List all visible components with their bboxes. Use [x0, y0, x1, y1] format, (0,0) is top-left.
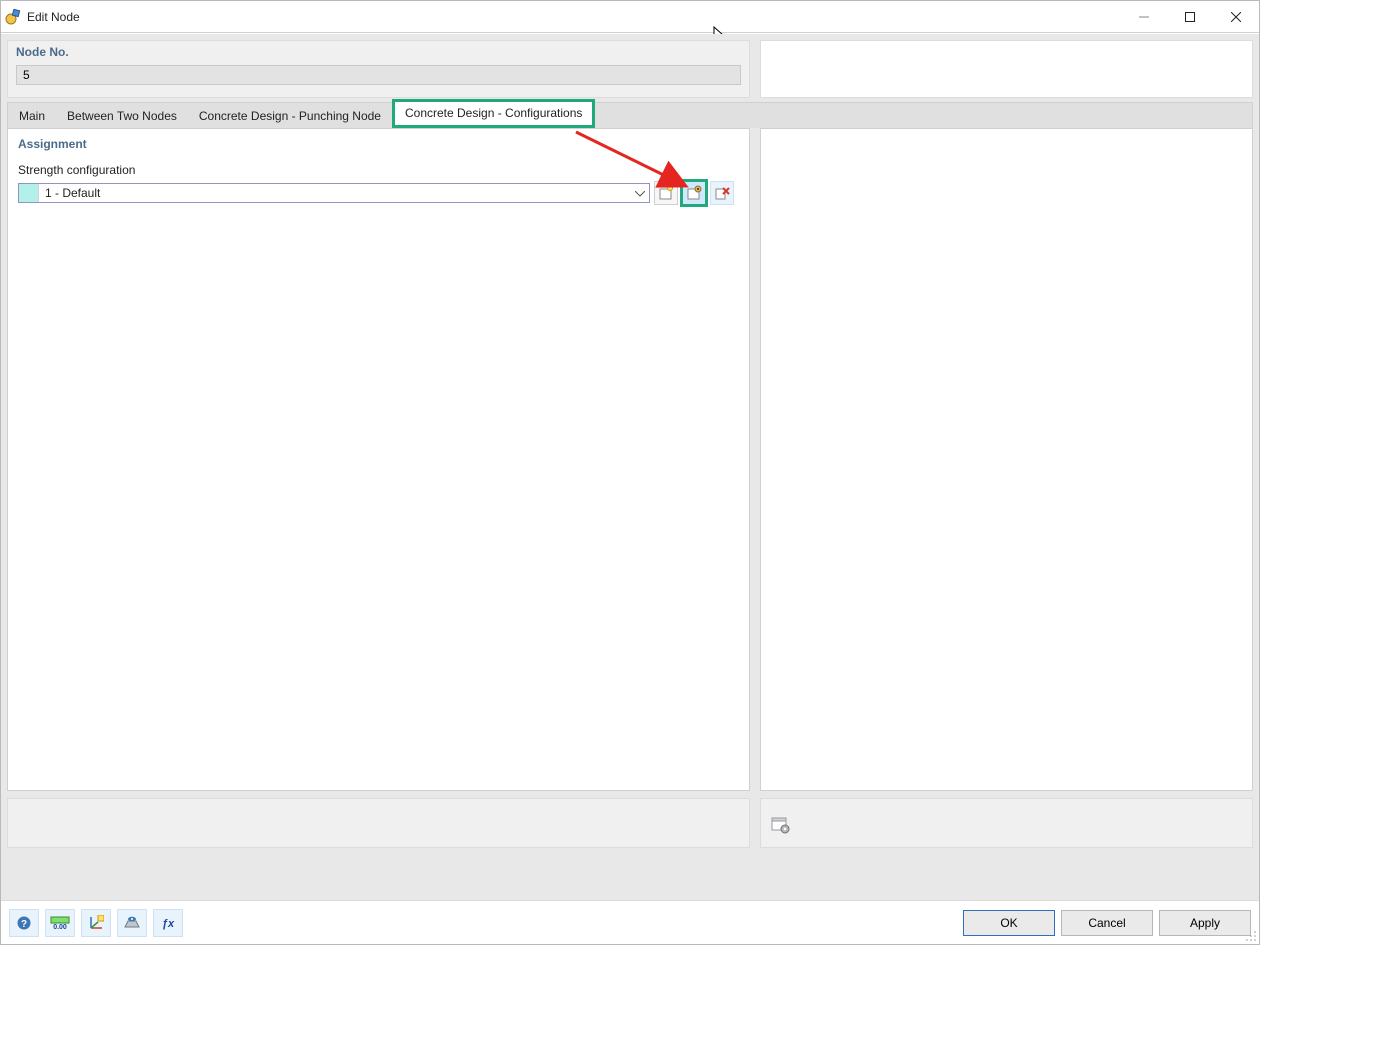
resize-grip-icon[interactable] — [1245, 930, 1257, 942]
tab-main[interactable]: Main — [8, 103, 56, 128]
new-config-button[interactable] — [654, 181, 678, 205]
ok-button[interactable]: OK — [963, 910, 1055, 936]
chevron-down-icon — [635, 186, 645, 200]
function-button[interactable]: ƒx — [153, 909, 183, 937]
tab-between-two-nodes[interactable]: Between Two Nodes — [56, 103, 188, 128]
strength-config-value: 1 - Default — [45, 186, 100, 200]
view-button[interactable] — [117, 909, 147, 937]
tab-concrete-configurations[interactable]: Concrete Design - Configurations — [392, 99, 595, 128]
coord-system-button[interactable] — [81, 909, 111, 937]
svg-text:0.00: 0.00 — [53, 924, 67, 930]
preview-panel-top — [760, 40, 1253, 98]
minimize-button[interactable] — [1121, 2, 1167, 32]
node-number-input[interactable] — [16, 65, 741, 85]
app-icon — [5, 9, 21, 25]
view-settings-button[interactable] — [771, 815, 791, 835]
units-button[interactable]: 0.00 — [45, 909, 75, 937]
strength-config-dropdown[interactable]: 1 - Default — [18, 183, 650, 203]
svg-text:ƒx: ƒx — [162, 918, 175, 930]
assignment-heading: Assignment — [18, 137, 739, 151]
config-color-swatch — [19, 184, 39, 202]
info-bar-left — [7, 798, 750, 848]
titlebar: Edit Node — [1, 1, 1259, 33]
cancel-button[interactable]: Cancel — [1061, 910, 1153, 936]
gear-window-icon — [771, 815, 791, 835]
delete-config-icon — [714, 185, 730, 201]
help-icon: ? — [16, 915, 32, 931]
tab-bar: Main Between Two Nodes Concrete Design -… — [7, 102, 1253, 128]
close-icon — [1231, 12, 1241, 22]
fx-icon: ƒx — [160, 915, 176, 931]
edit-config-icon — [686, 185, 702, 201]
units-icon: 0.00 — [50, 916, 70, 930]
eye-plane-icon — [124, 915, 140, 931]
window-title: Edit Node — [27, 10, 80, 24]
tab-concrete-punching[interactable]: Concrete Design - Punching Node — [188, 103, 392, 128]
dialog-footer: ? 0.00 ƒx OK Cancel Apply — [1, 900, 1259, 944]
edit-node-dialog: Edit Node Node No. — [0, 0, 1260, 945]
client-area: Node No. Main Between Two Nodes Concrete… — [1, 34, 1259, 900]
maximize-icon — [1185, 12, 1195, 22]
help-button[interactable]: ? — [9, 909, 39, 937]
new-config-icon — [658, 185, 674, 201]
assignment-panel: Assignment Strength configuration 1 - De… — [7, 128, 750, 791]
axes-icon — [88, 915, 104, 931]
node-number-group: Node No. — [7, 40, 750, 98]
minimize-icon — [1139, 12, 1149, 22]
info-bar-right — [760, 798, 1253, 848]
preview-3d-panel — [760, 128, 1253, 791]
node-number-label: Node No. — [16, 45, 741, 59]
edit-config-button[interactable] — [682, 181, 706, 205]
delete-config-button[interactable] — [710, 181, 734, 205]
svg-text:?: ? — [21, 919, 27, 930]
apply-button[interactable]: Apply — [1159, 910, 1251, 936]
maximize-button[interactable] — [1167, 2, 1213, 32]
strength-config-label: Strength configuration — [18, 163, 739, 177]
close-button[interactable] — [1213, 2, 1259, 32]
